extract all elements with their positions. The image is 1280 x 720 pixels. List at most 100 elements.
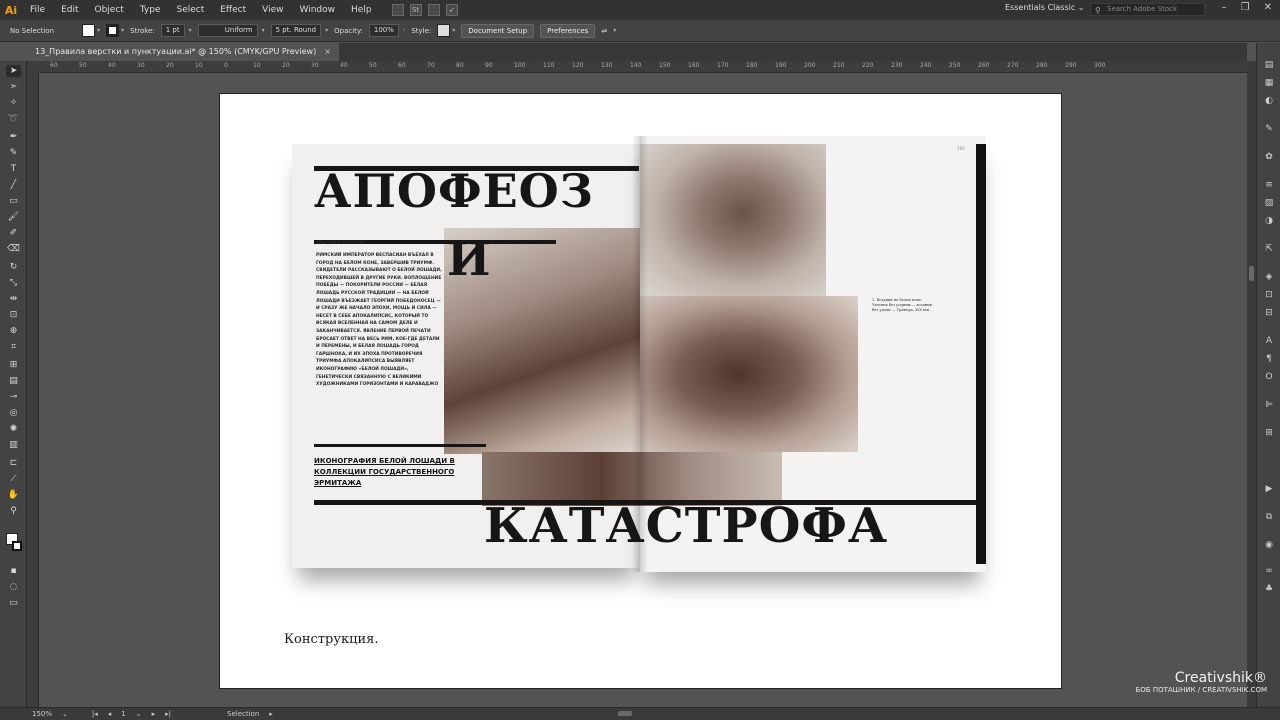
zoom-level[interactable]: 150% [32,710,52,718]
symbol-sprayer-tool-icon[interactable]: ✺ [6,423,21,435]
menu-type[interactable]: Type [132,0,169,20]
next-artboard-icon[interactable]: ▸ [152,710,156,718]
gradient-panel-icon[interactable]: ▧ [1262,197,1276,209]
menu-effect[interactable]: Effect [212,0,254,20]
character-icon[interactable]: A [1262,335,1276,347]
style-dropdown-icon[interactable]: ▾ [452,27,455,34]
color-icon[interactable]: ◐ [1262,95,1276,107]
horizontal-ruler[interactable]: 60 50 40 30 20 10 0 10 20 30 40 50 60 70 80 90 100 110 120… [40,61,1248,73]
actions-icon[interactable]: ▶ [1262,483,1276,495]
first-artboard-icon[interactable]: |◂ [92,710,98,718]
artboard-number[interactable]: 1 [121,710,125,718]
shape-builder-tool-icon[interactable]: ⊕ [6,325,21,337]
rectangle-tool-icon[interactable]: ▭ [6,195,21,207]
opacity-field[interactable]: 100% [368,24,399,37]
opentype-icon[interactable]: O [1262,371,1276,383]
minimize-icon[interactable]: – [1222,2,1227,13]
magazine-spread-image[interactable]: АПОФЕОЗ И АРКАДИЙ ИППОЛИТОВ Римский импе… [292,136,986,572]
screen-mode-icon[interactable]: ▭ [6,597,21,609]
eraser-tool-icon[interactable]: ⌫ [6,243,21,255]
arrange-documents-icon[interactable] [427,4,440,16]
stroke-dropdown-icon[interactable]: ▾ [121,27,124,34]
type-tool-icon[interactable]: T [6,163,21,175]
brush-definition[interactable]: 5 pt. Round [270,24,322,37]
artboard-caption[interactable]: Конструкция. [284,632,378,647]
menu-file[interactable]: File [22,0,53,20]
pathfinder-icon[interactable]: ⊞ [1262,427,1276,439]
hand-tool-icon[interactable]: ✋ [6,489,21,501]
bridge-icon[interactable] [391,4,404,16]
appearance-icon[interactable]: ◉ [1262,539,1276,551]
pen-tool-icon[interactable]: ✒ [6,131,21,143]
align-icon[interactable]: ⊫ [1262,399,1276,411]
width-tool-icon[interactable]: ⇹ [6,293,21,305]
blend-tool-icon[interactable]: ◎ [6,407,21,419]
ruler-origin[interactable] [27,61,40,73]
eyedropper-tool-icon[interactable]: ⊸ [6,391,21,403]
artboards-icon[interactable]: ⊡ [1262,289,1276,301]
draw-mode-icon[interactable]: ◌ [6,581,21,593]
gradient-tool-icon[interactable]: ▤ [6,375,21,387]
paintbrush-tool-icon[interactable]: 🖌 [6,211,21,223]
close-icon[interactable]: ✕ [1264,2,1272,13]
variable-width-profile[interactable]: Uniform [197,24,258,37]
arrange-icon[interactable]: ⇌ [601,27,607,35]
vertical-scrollbar[interactable] [1247,61,1256,707]
brush-dropdown-icon[interactable]: ▾ [325,27,328,34]
magic-wand-tool-icon[interactable]: ✧ [6,97,21,109]
stock-icon[interactable]: St [409,4,422,16]
stroke-label[interactable]: Stroke: [130,27,155,35]
color-mode-icon[interactable]: ▪ [6,565,21,577]
menu-edit[interactable]: Edit [53,0,86,20]
stroke-swatch[interactable] [106,24,120,37]
transparency-icon[interactable]: ◑ [1262,215,1276,227]
stroke-weight-dropdown-icon[interactable]: ▾ [189,27,192,34]
symbols-icon[interactable]: ✿ [1262,151,1276,163]
opacity-label[interactable]: Opacity: [334,27,363,35]
profile-dropdown-icon[interactable]: ▾ [262,27,265,34]
scale-tool-icon[interactable]: ⤡ [6,277,21,289]
vertical-scroll-thumb[interactable] [1249,266,1254,281]
menu-view[interactable]: View [254,0,291,20]
stroke-color-icon[interactable] [12,541,22,551]
brushes-icon[interactable]: ✎ [1262,123,1276,135]
properties-icon[interactable]: ▤ [1262,59,1276,71]
rotate-tool-icon[interactable]: ↻ [6,261,21,273]
horizontal-scrollbar[interactable] [320,709,1245,718]
selection-tool-icon[interactable]: ➤ [6,65,21,77]
stroke-weight-field[interactable]: 1 pt [160,24,185,37]
slice-tool-icon[interactable]: ⟋ [6,473,21,485]
perspective-grid-tool-icon[interactable]: ⌗ [6,341,21,353]
curvature-tool-icon[interactable]: ✎ [6,147,21,159]
stroke-panel-icon[interactable]: ≡ [1262,179,1276,191]
status-menu-icon[interactable]: ▸ [269,710,273,718]
free-transform-tool-icon[interactable]: ⊡ [6,309,21,321]
column-graph-tool-icon[interactable]: ▥ [6,439,21,451]
arrange-dropdown-icon[interactable]: ▾ [613,27,616,34]
artboard-tool-icon[interactable]: ⊏ [6,457,21,469]
links-icon[interactable]: ⊟ [1262,307,1276,319]
last-artboard-icon[interactable]: ▸| [165,710,171,718]
menu-object[interactable]: Object [87,0,132,20]
graphic-style-swatch[interactable] [437,24,451,37]
preferences-button[interactable]: Preferences [540,23,596,38]
graphic-styles-icon[interactable]: ∞ [1262,565,1276,577]
artboard-dropdown-icon[interactable]: ⌄ [136,710,142,718]
menu-window[interactable]: Window [292,0,344,20]
line-tool-icon[interactable]: ╱ [6,179,21,191]
document-setup-button[interactable]: Document Setup [461,23,535,38]
layers-icon[interactable]: ◈ [1262,271,1276,283]
maximize-icon[interactable]: ❐ [1241,2,1250,13]
vertical-ruler[interactable] [27,73,39,707]
swatches-icon[interactable]: ♣ [1262,583,1276,595]
search-stock-input[interactable]: ⚲ Search Adobe Stock [1090,3,1205,16]
asset-export-icon[interactable]: ⇱ [1262,243,1276,255]
lasso-tool-icon[interactable]: ➰ [6,113,21,125]
direct-selection-tool-icon[interactable]: ➣ [6,81,21,93]
gpu-performance-icon[interactable]: ➶ [445,4,458,16]
horizontal-scroll-thumb[interactable] [618,711,632,716]
zoom-dropdown-icon[interactable]: ⌄ [62,710,68,718]
workspace-switcher[interactable]: Essentials Classic ⌄ [1005,3,1085,12]
menu-select[interactable]: Select [168,0,212,20]
menu-help[interactable]: Help [343,0,380,20]
